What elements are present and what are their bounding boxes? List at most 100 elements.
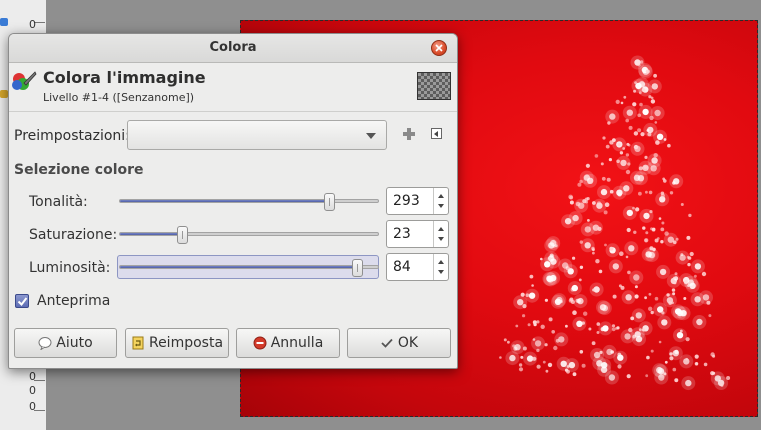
- close-button[interactable]: [431, 40, 447, 56]
- sparkle: [685, 337, 690, 342]
- sparkle-glow: [513, 295, 528, 310]
- sparkle-glow: [613, 350, 628, 365]
- sparkle: [625, 169, 631, 175]
- section-title: Selezione colore: [14, 162, 144, 178]
- sparkle: [600, 304, 604, 309]
- hue-slider[interactable]: [119, 193, 379, 211]
- sparkle: [532, 356, 537, 361]
- sparkle: [605, 144, 610, 149]
- sparkle: [536, 320, 540, 324]
- lightness-spinbox[interactable]: 84: [386, 253, 449, 281]
- sparkle: [606, 177, 611, 182]
- sparkle: [596, 331, 600, 334]
- spin-up-icon[interactable]: [438, 260, 444, 264]
- preview-checkbox[interactable]: [15, 294, 29, 308]
- tool-icon[interactable]: [0, 18, 8, 26]
- lightness-value[interactable]: 84: [393, 259, 411, 275]
- sparkle-glow: [638, 321, 653, 336]
- sparkle-glow: [692, 315, 707, 329]
- spin-down-icon[interactable]: [438, 204, 444, 208]
- sparkle: [612, 294, 617, 299]
- sparkle: [686, 235, 691, 240]
- sparkle: [618, 284, 622, 288]
- sparkle: [566, 369, 570, 374]
- spin-buttons[interactable]: [433, 221, 448, 247]
- sparkle: [637, 113, 641, 118]
- sparkle-glow: [666, 273, 681, 288]
- spin-up-icon[interactable]: [438, 227, 444, 231]
- sparkle-glow: [634, 77, 649, 92]
- hue-spinbox[interactable]: 293: [386, 187, 449, 215]
- sparkle-glow: [622, 105, 637, 120]
- sparkle: [662, 177, 666, 181]
- sparkle: [520, 292, 525, 297]
- sparkle: [577, 182, 582, 187]
- dialog-titlebar[interactable]: Colora: [9, 34, 457, 63]
- sparkle: [518, 367, 524, 372]
- reset-button[interactable]: Reimposta: [125, 328, 229, 358]
- sparkle-glow: [583, 173, 598, 188]
- sparkle-glow: [683, 275, 698, 290]
- ruler-label: 0: [29, 384, 36, 397]
- spin-up-icon[interactable]: [438, 194, 444, 198]
- preset-menu-button[interactable]: [431, 128, 442, 139]
- sparkle: [569, 195, 574, 200]
- saturation-label: Saturazione:: [29, 227, 118, 243]
- hue-slider-handle[interactable]: [323, 193, 335, 211]
- sparkle-glow: [531, 336, 546, 351]
- presets-combo[interactable]: [127, 120, 387, 150]
- cancel-button[interactable]: Annulla: [236, 328, 340, 358]
- tool-icon[interactable]: [0, 90, 8, 98]
- sparkle-glow: [556, 356, 571, 371]
- sparkle: [572, 372, 577, 377]
- ok-button[interactable]: OK: [347, 328, 451, 358]
- lightness-slider-handle[interactable]: [352, 259, 364, 277]
- ruler-label: 0: [29, 400, 36, 413]
- sparkle: [650, 96, 654, 100]
- hue-row: Tonalità: 293: [9, 187, 457, 218]
- saturation-value[interactable]: 23: [393, 226, 411, 242]
- colorize-dialog: Colora Colora l'immagine Livello #1-4 ([…: [8, 33, 458, 369]
- sparkle-glow: [643, 122, 658, 137]
- spin-down-icon[interactable]: [438, 237, 444, 241]
- sparkle: [650, 99, 656, 104]
- chevron-down-icon: [366, 133, 376, 139]
- sparkle: [634, 285, 638, 289]
- saturation-spinbox[interactable]: 23: [386, 220, 449, 248]
- sparkle-glow: [592, 198, 607, 213]
- sparkle: [600, 162, 604, 166]
- spin-down-icon[interactable]: [438, 270, 444, 274]
- sparkle-glow: [619, 181, 634, 196]
- spin-buttons[interactable]: [433, 188, 448, 214]
- lightness-slider[interactable]: [119, 259, 379, 277]
- add-preset-icon[interactable]: [403, 128, 415, 140]
- sparkle: [648, 306, 653, 311]
- sparkle: [627, 162, 631, 166]
- sparkle: [726, 376, 731, 380]
- sparkle: [588, 327, 592, 331]
- hue-slider-fill: [120, 200, 329, 202]
- hue-value[interactable]: 293: [393, 193, 420, 209]
- sparkle: [572, 310, 577, 316]
- sparkle: [617, 364, 622, 369]
- sparkle: [591, 246, 595, 251]
- sparkle: [633, 144, 639, 150]
- sparkle: [694, 362, 699, 366]
- sparkle: [515, 324, 519, 328]
- sparkle: [661, 311, 665, 315]
- saturation-slider[interactable]: [119, 226, 379, 244]
- sparkle: [645, 69, 650, 74]
- sparkle: [633, 131, 639, 136]
- sparkle: [617, 143, 621, 146]
- sparkle-glow: [629, 270, 644, 285]
- help-button[interactable]: Aiuto: [14, 328, 117, 358]
- dialog-header: Colora l'immagine Livello #1-4 ([Senzano…: [9, 63, 457, 112]
- sparkle: [674, 378, 679, 383]
- sparkle: [708, 314, 712, 318]
- sparkle: [599, 350, 603, 354]
- sparkle: [598, 269, 603, 274]
- sparkle: [672, 292, 676, 296]
- saturation-slider-handle[interactable]: [176, 226, 188, 244]
- sparkle: [604, 243, 607, 247]
- spin-buttons[interactable]: [433, 254, 448, 280]
